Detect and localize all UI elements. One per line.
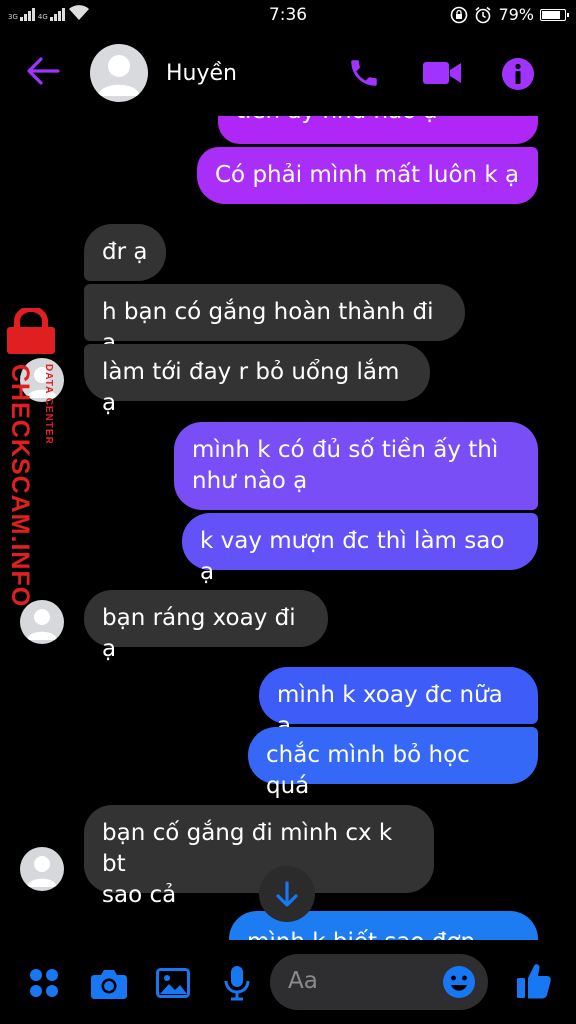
message-bubble-incoming[interactable]: đr ạ — [84, 224, 166, 281]
watermark-subtext: DATA CENTER — [43, 364, 54, 445]
alarm-icon — [475, 6, 491, 23]
message-bubble-outgoing[interactable]: k vay mượn đc thì làm sao ạ — [182, 513, 538, 585]
message-text-line: mình k có đủ số tiền ấy thì — [192, 437, 499, 463]
image-icon[interactable] — [156, 968, 190, 998]
message-text: mình k biết sao đợn này — [247, 929, 475, 940]
avatar-placeholder-icon — [27, 856, 57, 887]
message-input-placeholder: Aa — [288, 968, 318, 994]
message-bubble-outgoing[interactable]: Có phải mình mất luôn k ạ — [197, 147, 538, 204]
message-bubble-outgoing[interactable]: mình k có đủ số tiền ấy thì như nào ạ — [174, 422, 538, 510]
message-text: đr ạ — [102, 239, 148, 265]
thumbs-up-icon[interactable] — [516, 962, 552, 1000]
avatar-placeholder-icon — [98, 55, 140, 96]
info-icon[interactable] — [501, 57, 535, 91]
watermark-text: CHECKSCAM.INFO — [6, 364, 34, 608]
message-text: Có phải mình mất luôn k ạ — [215, 162, 520, 188]
video-camera-icon[interactable] — [422, 59, 462, 87]
battery-icon — [540, 8, 569, 21]
contact-name[interactable]: Huyền — [166, 61, 237, 86]
composer-bar: Aa — [0, 940, 576, 1024]
message-bubble-outgoing[interactable]: mình k xoay đc nữa ạ — [259, 667, 538, 739]
scroll-to-bottom-button[interactable] — [259, 866, 315, 922]
status-right: 79% — [450, 5, 569, 24]
four-dots-icon[interactable] — [28, 967, 60, 999]
message-bubble-incoming[interactable]: làm tới đay r bỏ uổng lắm ạ — [84, 344, 430, 416]
battery-percent: 79% — [498, 5, 534, 24]
sender-avatar[interactable] — [20, 847, 64, 891]
padlock-icon — [7, 308, 55, 354]
smiley-icon[interactable] — [442, 965, 476, 999]
arrow-down-icon — [276, 881, 298, 907]
contact-avatar[interactable] — [90, 44, 148, 102]
message-bubble-outgoing[interactable]: chắc mình bỏ học quá — [248, 727, 538, 799]
camera-icon[interactable] — [90, 968, 128, 1000]
watermark: CHECKSCAM.INFO DATA CENTER — [2, 308, 62, 607]
message-text: làm tới đay r bỏ uổng lắm ạ — [102, 359, 400, 416]
message-bubble-incoming[interactable]: bạn ráng xoay đi ạ — [84, 590, 328, 662]
message-input[interactable]: Aa — [270, 954, 488, 1010]
message-bubble-incoming[interactable]: h bạn có gắng hoàn thành đi ạ — [84, 284, 465, 356]
rotation-lock-icon — [451, 6, 468, 23]
message-text-line: như nào ạ — [192, 468, 308, 494]
message-list[interactable]: tiền ấy như nào ạ Có phải mình mất luôn … — [0, 116, 576, 940]
message-bubble-outgoing[interactable]: tiền ấy như nào ạ — [218, 116, 538, 144]
message-text: tiền ấy như nào ạ — [236, 116, 438, 124]
conversation-header: Huyền — [0, 32, 576, 116]
back-arrow-icon[interactable] — [26, 56, 60, 86]
microphone-icon[interactable] — [224, 965, 250, 1001]
phone-icon[interactable] — [347, 56, 381, 90]
message-text: chắc mình bỏ học quá — [266, 742, 470, 799]
message-text: k vay mượn đc thì làm sao ạ — [200, 528, 505, 585]
status-bar: 3G 4G 7:36 79% — [0, 0, 576, 32]
message-text: bạn ráng xoay đi ạ — [102, 605, 296, 662]
